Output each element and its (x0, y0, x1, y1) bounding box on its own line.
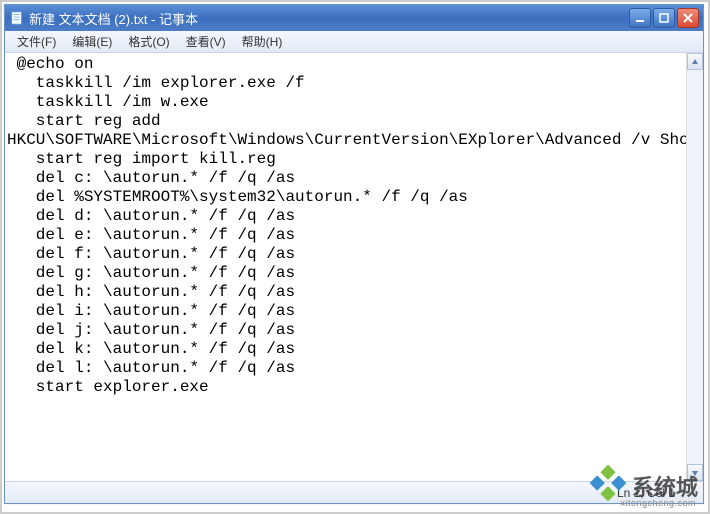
text-area: @echo on taskkill /im explorer.exe /f ta… (5, 53, 703, 481)
scroll-up-button[interactable] (687, 53, 703, 70)
window-title: 新建 文本文档 (2).txt - 记事本 (29, 9, 629, 28)
window-buttons (629, 8, 699, 28)
scroll-down-button[interactable] (687, 464, 703, 481)
maximize-button[interactable] (653, 8, 675, 28)
menu-view[interactable]: 查看(V) (178, 31, 234, 52)
close-button[interactable] (677, 8, 699, 28)
menu-format[interactable]: 格式(O) (120, 31, 177, 52)
minimize-button[interactable] (629, 8, 651, 28)
menu-file[interactable]: 文件(F) (9, 31, 64, 52)
document-content[interactable]: @echo on taskkill /im explorer.exe /f ta… (5, 53, 703, 481)
notepad-window: 新建 文本文档 (2).txt - 记事本 文件(F) 编辑(E) 格式(O) … (4, 4, 704, 504)
menu-edit[interactable]: 编辑(E) (64, 31, 120, 52)
menubar: 文件(F) 编辑(E) 格式(O) 查看(V) 帮助(H) (5, 31, 703, 53)
statusbar: Ln 1, Col 1 (5, 481, 703, 503)
notepad-icon (9, 10, 25, 26)
menu-help[interactable]: 帮助(H) (234, 31, 291, 52)
titlebar[interactable]: 新建 文本文档 (2).txt - 记事本 (5, 5, 703, 31)
scrollbar-track[interactable] (687, 70, 703, 464)
vertical-scrollbar[interactable] (686, 53, 703, 481)
cursor-position: Ln 1, Col 1 (617, 486, 675, 500)
